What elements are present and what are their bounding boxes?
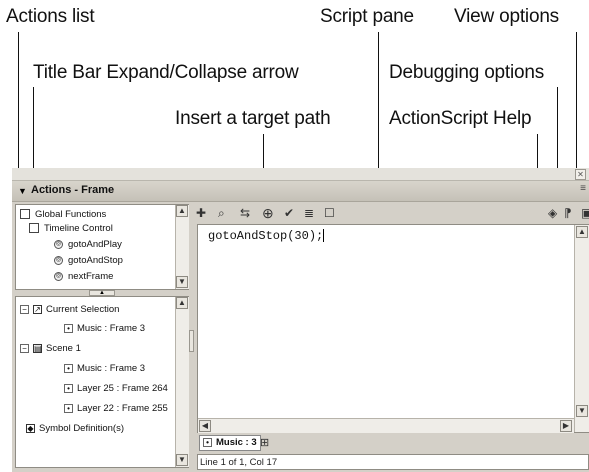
symbol-icon: ◆ (26, 423, 35, 433)
scroll-left-icon[interactable]: ◀ (199, 420, 211, 432)
frame-icon: • (64, 323, 73, 333)
frame-icon: • (64, 363, 73, 373)
action-icon: ◎ (54, 271, 63, 281)
navigator-scrollbar[interactable]: ▲ ▼ (175, 297, 189, 467)
selection-icon: ↗ (33, 304, 42, 314)
tree-item[interactable]: − ↗ Current Selection (20, 304, 119, 315)
script-horizontal-scrollbar[interactable]: ◀ ▶ (198, 418, 574, 433)
panel-title: Actions - Frame (31, 184, 115, 196)
collapse-icon[interactable]: − (20, 343, 29, 353)
callout-actions-list: Actions list (6, 6, 95, 27)
code-hint-icon[interactable]: ☐ (324, 206, 335, 220)
cursor-position: Line 1 of 1, Col 17 (200, 457, 278, 468)
actions-toolbox[interactable]: Global Functions Timeline Control ◎ gotoA… (15, 204, 189, 290)
auto-format-icon[interactable]: ≣ (304, 206, 314, 220)
status-bar: Line 1 of 1, Col 17 (197, 454, 589, 470)
book-icon (20, 209, 30, 220)
action-icon: ◎ (54, 255, 63, 265)
callout-script-pane: Script pane (320, 6, 414, 27)
scroll-down-icon[interactable]: ▼ (176, 454, 188, 466)
list-item[interactable]: ◎ nextFrame (54, 271, 113, 282)
tree-item[interactable]: • Layer 22 : Frame 255 (64, 403, 168, 414)
panel-options-icon[interactable]: ≡ (580, 183, 586, 194)
close-icon[interactable]: ✕ (575, 169, 586, 180)
vertical-splitter[interactable] (189, 204, 194, 468)
actions-panel: ✕ ▼ Actions - Frame ≡ Global Functions T… (12, 168, 589, 472)
scroll-right-icon[interactable]: ▶ (560, 420, 572, 432)
scroll-up-icon[interactable]: ▲ (176, 205, 188, 217)
collapse-arrow-icon[interactable]: ▼ (18, 186, 27, 196)
callout-insert-target-path: Insert a target path (175, 108, 331, 129)
tree-item[interactable]: − ▤ Scene 1 (20, 343, 81, 354)
callout-debugging-options: Debugging options (389, 62, 545, 83)
scroll-up-icon[interactable]: ▲ (576, 226, 588, 238)
script-pane[interactable]: gotoAndStop(30); ▲ ▼ ◀ ▶ (197, 224, 589, 433)
scroll-down-icon[interactable]: ▼ (176, 276, 188, 288)
callout-view-options: View options (454, 6, 559, 27)
frame-icon: • (64, 403, 73, 413)
view-options-icon[interactable]: ▣ (581, 206, 589, 220)
tree-item[interactable]: • Music : Frame 3 (64, 323, 145, 334)
frame-icon: • (203, 437, 212, 447)
list-item[interactable]: ◎ gotoAndPlay (54, 239, 122, 250)
actions-scrollbar[interactable]: ▲ ▼ (175, 205, 189, 289)
tree-item[interactable]: ◆ Symbol Definition(s) (26, 423, 124, 434)
tab-script[interactable]: • Music : 3 (199, 435, 261, 451)
script-vertical-scrollbar[interactable]: ▲ ▼ (574, 225, 589, 432)
splitter-grip-icon[interactable] (189, 330, 194, 352)
add-icon[interactable]: ✚ (196, 206, 206, 220)
script-navigator[interactable]: − ↗ Current Selection • Music : Frame 3 − ▤ S… (15, 296, 189, 468)
script-text[interactable]: gotoAndStop(30); (208, 229, 325, 243)
pin-icon[interactable]: ⊞ (260, 436, 269, 449)
debug-options-icon[interactable]: ⁋ (564, 206, 572, 220)
scene-icon: ▤ (33, 343, 42, 353)
tree-item[interactable]: • Music : Frame 3 (64, 363, 145, 374)
actions-title-bar[interactable]: ▼ Actions - Frame ≡ (12, 181, 589, 202)
text-caret (323, 229, 325, 243)
scroll-up-icon[interactable]: ▲ (176, 297, 188, 309)
action-icon: ◎ (54, 239, 63, 249)
tree-item[interactable]: • Layer 25 : Frame 264 (64, 383, 168, 394)
list-item[interactable]: Global Functions (20, 209, 106, 220)
list-item[interactable]: ◎ gotoAndStop (54, 255, 123, 266)
check-syntax-icon[interactable]: ✔ (284, 206, 294, 220)
collapse-icon[interactable]: − (20, 304, 29, 314)
callout-title-bar-arrow: Title Bar Expand/Collapse arrow (33, 62, 299, 83)
callout-actionscript-help: ActionScript Help (389, 108, 532, 129)
target-path-icon[interactable]: ⊕ (262, 205, 274, 222)
panel-top-strip: ✕ (12, 168, 589, 181)
find-icon[interactable]: ⌕ (218, 206, 225, 221)
book-icon (29, 223, 39, 234)
list-item[interactable]: Timeline Control (29, 223, 113, 234)
help-icon[interactable]: ◈ (548, 206, 557, 220)
script-toolbar: ✚ ⌕ ⇆ ⊕ ✔ ≣ ☐ ◈ ⁋ ▣ (194, 204, 589, 224)
replace-icon[interactable]: ⇆ (240, 206, 250, 220)
frame-icon: • (64, 383, 73, 393)
scroll-down-icon[interactable]: ▼ (576, 405, 588, 417)
